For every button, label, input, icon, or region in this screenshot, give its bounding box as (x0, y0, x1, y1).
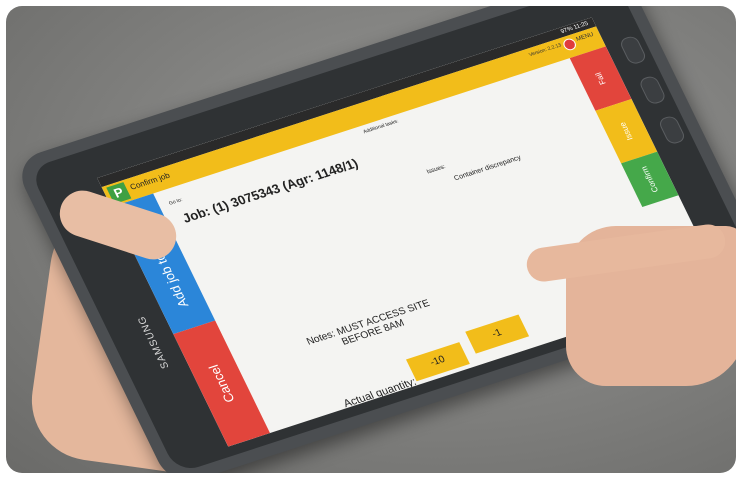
job-notes: Notes: MUST ACCESS SITE BEFORE 8AM (304, 298, 432, 348)
hardware-button[interactable] (657, 114, 687, 146)
issue-value: Container discrepancy (453, 154, 523, 183)
issues-label: Issues: (425, 164, 447, 176)
fail-label: Fail (593, 71, 608, 86)
hardware-button[interactable] (637, 74, 668, 106)
brand-label: SAMSUNG (135, 314, 172, 370)
cancel-label: Cancel (205, 362, 238, 405)
quantity-minus-10-button[interactable]: -10 (405, 342, 470, 382)
confirm-label: Confirm (639, 165, 661, 194)
photo-background: SAMSUNG 97% 11:25 P Confirm job Version:… (6, 6, 736, 473)
issue-label: Issue (617, 121, 635, 142)
menu-button[interactable]: MENU (575, 32, 594, 43)
quantity-label: Actual quantity: (341, 376, 419, 411)
goto-label: Go to: (167, 197, 184, 207)
hardware-button[interactable] (618, 34, 648, 66)
quantity-minus-1-button[interactable]: -1 (465, 314, 530, 354)
